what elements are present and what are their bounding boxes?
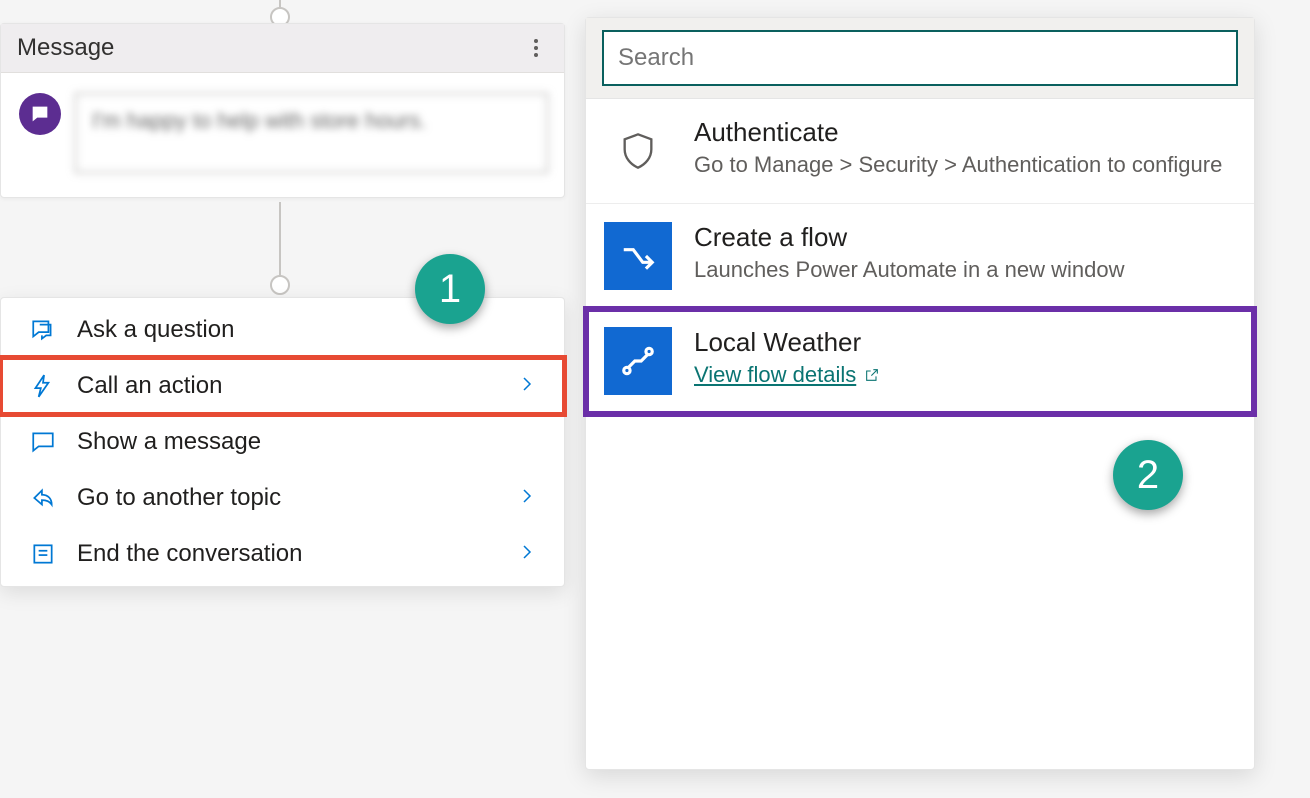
- search-input[interactable]: [602, 30, 1238, 86]
- action-list: Authenticate Go to Manage > Security > A…: [586, 99, 1254, 414]
- menu-item-label: Go to another topic: [77, 484, 498, 512]
- menu-item-show-message[interactable]: Show a message: [1, 414, 564, 470]
- menu-item-end-conversation[interactable]: End the conversation: [1, 526, 564, 582]
- flow-icon: [604, 327, 672, 395]
- search-bar-wrap: [586, 18, 1254, 99]
- action-item-authenticate[interactable]: Authenticate Go to Manage > Security > A…: [586, 99, 1254, 204]
- menu-item-go-topic[interactable]: Go to another topic: [1, 470, 564, 526]
- more-options-icon[interactable]: [524, 36, 548, 60]
- menu-item-call-action[interactable]: Call an action: [1, 358, 564, 414]
- chevron-right-icon: [518, 484, 536, 512]
- question-icon: [29, 317, 57, 343]
- menu-item-label: Call an action: [77, 372, 498, 400]
- menu-item-ask-question[interactable]: Ask a question: [1, 302, 564, 358]
- action-title: Create a flow: [694, 222, 1124, 253]
- action-subtitle: Launches Power Automate in a new window: [694, 257, 1124, 283]
- flow-create-icon: [604, 222, 672, 290]
- add-node-menu: Ask a question Call an action Show a mes…: [0, 297, 565, 587]
- redirect-icon: [29, 485, 57, 511]
- action-picker-panel: Authenticate Go to Manage > Security > A…: [585, 17, 1255, 770]
- callout-badge-2: 2: [1113, 440, 1183, 510]
- message-icon: [29, 429, 57, 455]
- end-icon: [29, 541, 57, 567]
- action-title: Authenticate: [694, 117, 1222, 148]
- message-text-input[interactable]: I'm happy to help with store hours.: [75, 93, 548, 173]
- message-node-body: I'm happy to help with store hours.: [1, 73, 564, 197]
- chat-bubble-icon: [19, 93, 61, 135]
- action-title: Local Weather: [694, 327, 880, 358]
- menu-item-label: Ask a question: [77, 316, 536, 344]
- lightning-icon: [29, 373, 57, 399]
- message-node-header: Message: [1, 24, 564, 73]
- add-node-dot[interactable]: [270, 275, 290, 295]
- action-subtitle: Go to Manage > Security > Authentication…: [694, 152, 1222, 178]
- action-item-local-weather[interactable]: Local Weather View flow details: [586, 309, 1254, 414]
- view-flow-details-link[interactable]: View flow details: [694, 362, 880, 388]
- chevron-right-icon: [518, 372, 536, 400]
- menu-item-label: Show a message: [77, 428, 536, 456]
- chevron-right-icon: [518, 540, 536, 568]
- menu-item-label: End the conversation: [77, 540, 498, 568]
- open-external-icon: [864, 367, 880, 383]
- action-item-create-flow[interactable]: Create a flow Launches Power Automate in…: [586, 204, 1254, 309]
- message-node-title: Message: [17, 34, 114, 62]
- link-label: View flow details: [694, 362, 856, 388]
- message-node-card: Message I'm happy to help with store hou…: [0, 23, 565, 198]
- authoring-canvas: Message I'm happy to help with store hou…: [0, 0, 1310, 798]
- callout-badge-1: 1: [415, 254, 485, 324]
- shield-icon: [604, 117, 672, 185]
